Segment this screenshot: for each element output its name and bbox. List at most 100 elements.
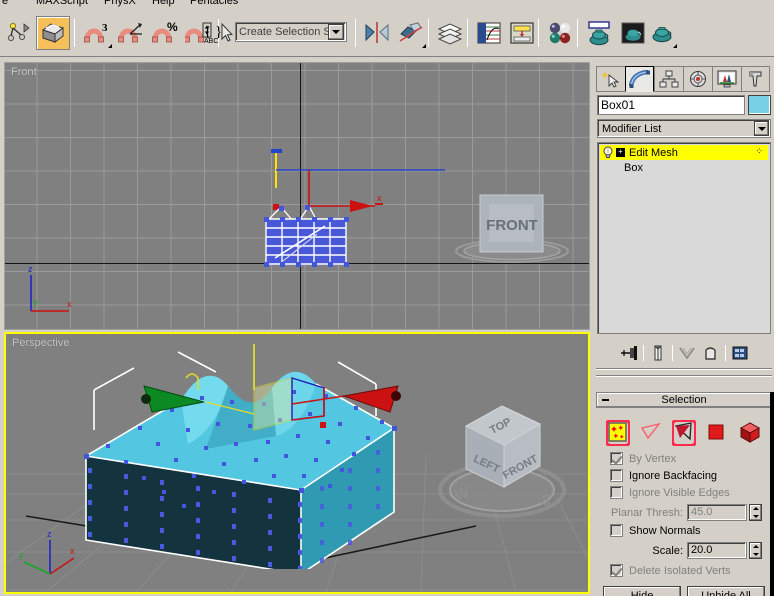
toolbar-separator bbox=[577, 19, 578, 47]
snaps-toggle-button[interactable]: 3 bbox=[80, 16, 114, 50]
bind-to-space-warp-button[interactable] bbox=[36, 16, 70, 50]
sub-object-vertex-button[interactable] bbox=[606, 420, 630, 446]
viewport-front-canvas[interactable]: FRONT x z y x Front bbox=[5, 63, 589, 329]
delete-isolated-verts-label: Delete Isolated Verts bbox=[629, 564, 731, 577]
by-vertex-checkbox[interactable] bbox=[610, 452, 623, 465]
menu-item-pentacles[interactable]: Pentacles bbox=[190, 0, 238, 7]
modifier-stack-item-edit-mesh[interactable]: + Edit Mesh ⁘ bbox=[600, 145, 768, 160]
layer-manager-button[interactable] bbox=[433, 16, 467, 50]
viewport-front[interactable]: FRONT x z y x Front bbox=[4, 62, 590, 330]
spinner-up-icon bbox=[752, 507, 759, 511]
scale-label: Scale: bbox=[652, 544, 683, 557]
ignore-backfacing-checkbox[interactable] bbox=[610, 469, 623, 482]
command-panel-tab-create[interactable] bbox=[596, 66, 625, 92]
modifier-list-dropdown-button[interactable] bbox=[754, 121, 769, 136]
wheel-icon bbox=[690, 71, 706, 87]
command-panel-scrollbar[interactable] bbox=[770, 392, 774, 596]
toolbar-separator bbox=[467, 19, 468, 47]
show-end-result-button[interactable] bbox=[648, 343, 668, 363]
svg-text:3: 3 bbox=[102, 22, 108, 34]
flyout-indicator-icon bbox=[673, 44, 677, 48]
toolbar-separator bbox=[642, 345, 644, 361]
named-selection-set-combo[interactable]: Create Selection Set bbox=[235, 22, 347, 42]
modifier-stack-item-label: Edit Mesh bbox=[629, 146, 678, 159]
viewcube-front[interactable]: FRONT bbox=[437, 181, 587, 273]
unhide-all-button[interactable]: Unhide All bbox=[687, 586, 765, 596]
delete-isolated-verts-row[interactable]: Delete Isolated Verts bbox=[600, 562, 768, 579]
spinner-down-icon bbox=[752, 552, 759, 556]
scale-row: Scale: 20.0 bbox=[600, 541, 768, 560]
modifier-stack-toolbar bbox=[597, 340, 771, 366]
sub-object-element-button[interactable] bbox=[738, 420, 762, 444]
command-panel-tab-motion[interactable] bbox=[683, 66, 712, 92]
toolbar-separator bbox=[74, 19, 75, 47]
menu-item-0[interactable]: e bbox=[2, 0, 8, 7]
show-normals-row[interactable]: Show Normals bbox=[600, 522, 768, 539]
remove-modifier-button[interactable] bbox=[701, 343, 721, 363]
angle-snap-toggle-button[interactable] bbox=[114, 16, 148, 50]
command-panel-tab-modify[interactable] bbox=[625, 66, 654, 92]
panel-divider bbox=[596, 375, 772, 377]
command-panel-tab-display[interactable] bbox=[712, 66, 741, 92]
object-color-swatch[interactable] bbox=[748, 95, 771, 115]
sub-object-face-button[interactable] bbox=[672, 420, 696, 446]
panel-divider bbox=[596, 368, 772, 370]
pin-stack-button[interactable] bbox=[619, 343, 639, 363]
sub-object-polygon-button[interactable] bbox=[705, 420, 729, 444]
command-panel-tab-hierarchy[interactable] bbox=[654, 66, 683, 92]
scale-spinner[interactable] bbox=[749, 542, 762, 559]
schematic-view-button[interactable] bbox=[505, 16, 539, 50]
delete-isolated-verts-checkbox[interactable] bbox=[610, 564, 623, 577]
ignore-visible-edges-row[interactable]: Ignore Visible Edges bbox=[600, 484, 768, 501]
sub-object-edge-button[interactable] bbox=[639, 420, 663, 444]
ignore-visible-edges-checkbox[interactable] bbox=[610, 486, 623, 499]
configure-modifier-sets-button[interactable] bbox=[730, 343, 750, 363]
planar-thresh-row: Planar Thresh: 45.0 bbox=[600, 503, 768, 522]
material-editor-button[interactable] bbox=[543, 16, 577, 50]
toolbar-separator bbox=[428, 19, 429, 47]
svg-text:%: % bbox=[167, 20, 178, 34]
modifier-dots-icon: ⁘ bbox=[755, 146, 764, 156]
hide-buttons-row: Hide Unhide All bbox=[603, 586, 765, 596]
hide-button[interactable]: Hide bbox=[603, 586, 681, 596]
planar-thresh-spinner[interactable] bbox=[749, 504, 762, 521]
lightbulb-icon[interactable] bbox=[602, 146, 614, 159]
render-setup-button[interactable] bbox=[582, 16, 616, 50]
show-normals-checkbox[interactable] bbox=[610, 524, 623, 537]
planar-thresh-field[interactable]: 45.0 bbox=[687, 504, 747, 521]
render-production-button[interactable] bbox=[645, 16, 679, 50]
percent-snap-toggle-button[interactable]: % bbox=[148, 16, 182, 50]
selection-rollout-header[interactable]: Selection bbox=[596, 392, 772, 408]
align-button[interactable] bbox=[394, 16, 428, 50]
modifier-list-combo[interactable]: Modifier List bbox=[597, 119, 771, 138]
modifier-stack[interactable]: + Edit Mesh ⁘ Box bbox=[597, 142, 771, 334]
select-and-link-button[interactable] bbox=[2, 16, 36, 50]
command-panel-tabs bbox=[596, 66, 772, 92]
curve-arc-icon bbox=[628, 70, 650, 88]
menu-item-help[interactable]: Help bbox=[152, 0, 175, 7]
make-unique-icon bbox=[678, 347, 695, 360]
mirror-button[interactable] bbox=[360, 16, 394, 50]
ignore-backfacing-row[interactable]: Ignore Backfacing bbox=[600, 467, 768, 484]
expand-modifier-icon[interactable]: + bbox=[616, 148, 625, 157]
scale-field[interactable]: 20.0 bbox=[687, 542, 747, 559]
viewport-perspective[interactable]: W S TOP LEFT FRONT z y x Perspective bbox=[4, 332, 590, 594]
menu-item-physx[interactable]: PhysX bbox=[104, 0, 136, 7]
edit-named-selection-sets-button[interactable]: { } ABC bbox=[201, 16, 235, 50]
modifier-stack-item-box[interactable]: Box bbox=[600, 160, 768, 175]
by-vertex-label: By Vertex bbox=[629, 452, 677, 465]
menu-item-maxscript[interactable]: MAXScript bbox=[36, 0, 88, 7]
by-vertex-row[interactable]: By Vertex bbox=[600, 450, 768, 467]
make-unique-button[interactable] bbox=[677, 343, 697, 363]
modifier-stack-item-label: Box bbox=[624, 161, 643, 174]
configure-modifier-sets-icon bbox=[732, 346, 747, 360]
viewcube-perspective[interactable]: W S TOP LEFT FRONT bbox=[430, 392, 588, 527]
viewport-perspective-canvas[interactable]: W S TOP LEFT FRONT z y x Perspective bbox=[6, 334, 588, 592]
object-name-field[interactable]: Box01 bbox=[597, 95, 745, 115]
perspective-object-box01[interactable] bbox=[76, 344, 406, 569]
menu-bar: e MAXScript PhysX Help Pentacles bbox=[0, 0, 774, 10]
combo-dropdown-button[interactable] bbox=[328, 24, 344, 40]
planar-thresh-label: Planar Thresh: bbox=[611, 506, 683, 519]
curve-editor-button[interactable] bbox=[472, 16, 506, 50]
command-panel-tab-utilities[interactable] bbox=[741, 66, 770, 92]
